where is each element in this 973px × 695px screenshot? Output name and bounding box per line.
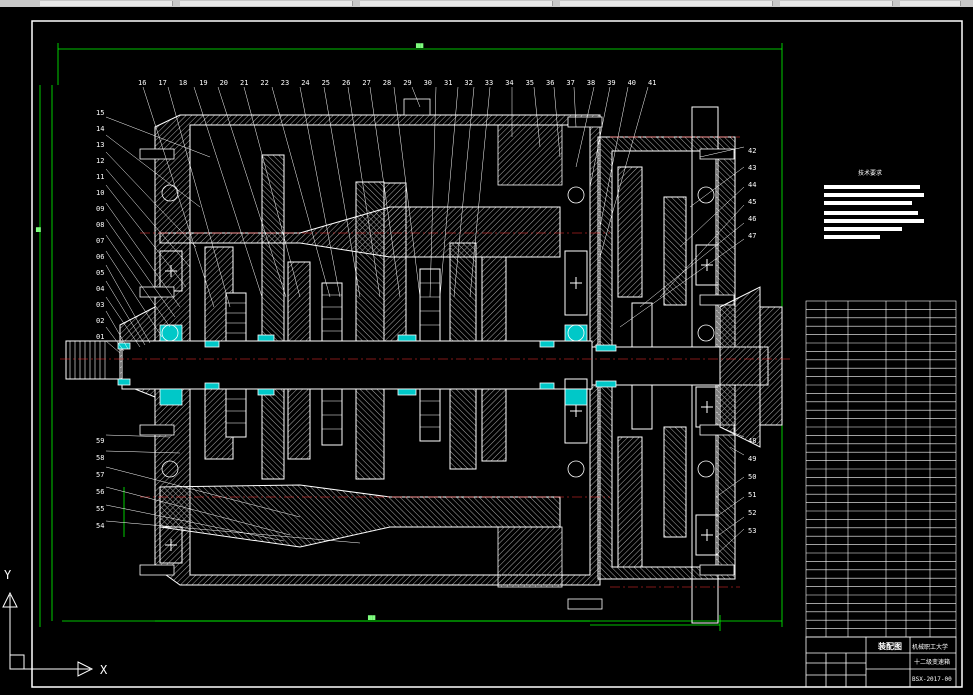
part-callout: 31 [444,79,452,87]
part-callout: 14 [96,125,104,133]
part-callout: 53 [748,527,756,535]
part-callout: 56 [96,488,104,496]
part-callout: 13 [96,141,104,149]
part-callout: 33 [485,79,493,87]
part-callout: 18 [179,79,187,87]
part-callout: 35 [526,79,534,87]
part-callout: 05 [96,269,104,277]
part-callout: 10 [96,189,104,197]
part-callout: 48 [748,437,756,445]
part-callout: 41 [648,79,656,87]
top-strip-segment [360,1,553,6]
title-block-drawing-name: 装配图 [877,641,902,651]
part-callout: 27 [362,79,370,87]
part-callout: 29 [403,79,411,87]
part-callout: 23 [281,79,289,87]
part-callout: 04 [96,285,104,293]
part-callout: 38 [587,79,595,87]
ucs-x-label: X [100,663,108,677]
part-callout: 47 [748,232,756,240]
part-callout: 44 [748,181,756,189]
part-callout: 03 [96,301,104,309]
part-callout: 07 [96,237,104,245]
part-callout: 02 [96,317,104,325]
callouts-left: 15 14 13 12 11 10 09 08 07 06 05 04 03 02 01 [96,109,104,341]
dim-overall-width: ███ [415,43,424,48]
tech-req-title: 技术要求 [858,169,882,177]
part-callout: 32 [464,79,472,87]
part-callout: 43 [748,164,756,172]
part-callout: 55 [96,505,104,513]
part-callout: 54 [96,522,104,530]
ucs-y-label: Y [4,568,12,582]
part-callout: 01 [96,333,104,341]
part-callout: 50 [748,473,756,481]
part-callout: 26 [342,79,350,87]
callouts-top: 16 17 18 19 20 21 22 23 24 25 26 27 28 29 30 31 32 33 34 35… [138,79,656,87]
part-callout: 17 [158,79,166,87]
part-callout: 30 [424,79,432,87]
part-callout: 51 [748,491,756,499]
part-callout: 09 [96,205,104,213]
part-callout: 58 [96,454,104,462]
part-callout: 15 [96,109,104,117]
part-callout: 34 [505,79,513,87]
technical-requirements: 技术要求 [824,169,924,239]
part-callout: 40 [628,79,636,87]
part-callout: 49 [748,455,756,463]
top-strip-segment [180,1,353,6]
part-callout: 20 [220,79,228,87]
ucs-icon [2,591,94,677]
top-strip-segment [40,1,173,6]
part-callout: 24 [301,79,309,87]
title-block-product: 十二级变速箱 [914,658,950,666]
part-callout: 28 [383,79,391,87]
dim-height: ██ [35,227,41,232]
top-strip-segment [560,1,773,6]
top-strip-segment [780,1,893,6]
part-callout: 52 [748,509,756,517]
part-callout: 57 [96,471,104,479]
cad-drawing-canvas[interactable]: ███ ██ ███ 16 17 18 19 20 21 22 23 24 25… [0,7,973,691]
part-callout: 46 [748,215,756,223]
part-callout: 19 [199,79,207,87]
top-strip-segment [900,1,961,6]
title-block-number: BSX-2017-00 [912,676,952,683]
window-top-strip [0,0,973,7]
part-callout: 36 [546,79,554,87]
part-callout: 16 [138,79,146,87]
part-callout: 45 [748,198,756,206]
callouts-bottom-left: 59 58 57 56 55 54 [96,437,104,530]
part-callout: 59 [96,437,104,445]
title-block-school: 机械职工大学 [912,643,948,651]
part-callout: 42 [748,147,756,155]
part-callout: 06 [96,253,104,261]
part-callout: 22 [260,79,268,87]
part-callout: 08 [96,221,104,229]
part-callout: 39 [607,79,615,87]
assembly-drawing[interactable]: ███ ██ ███ 16 17 18 19 20 21 22 23 24 25… [0,7,973,691]
dim-bottom: ███ [367,615,376,620]
part-callout: 11 [96,173,104,181]
part-callout: 25 [322,79,330,87]
parts-list-table [805,300,957,638]
part-callout: 12 [96,157,104,165]
part-callout: 21 [240,79,248,87]
part-callout: 37 [566,79,574,87]
